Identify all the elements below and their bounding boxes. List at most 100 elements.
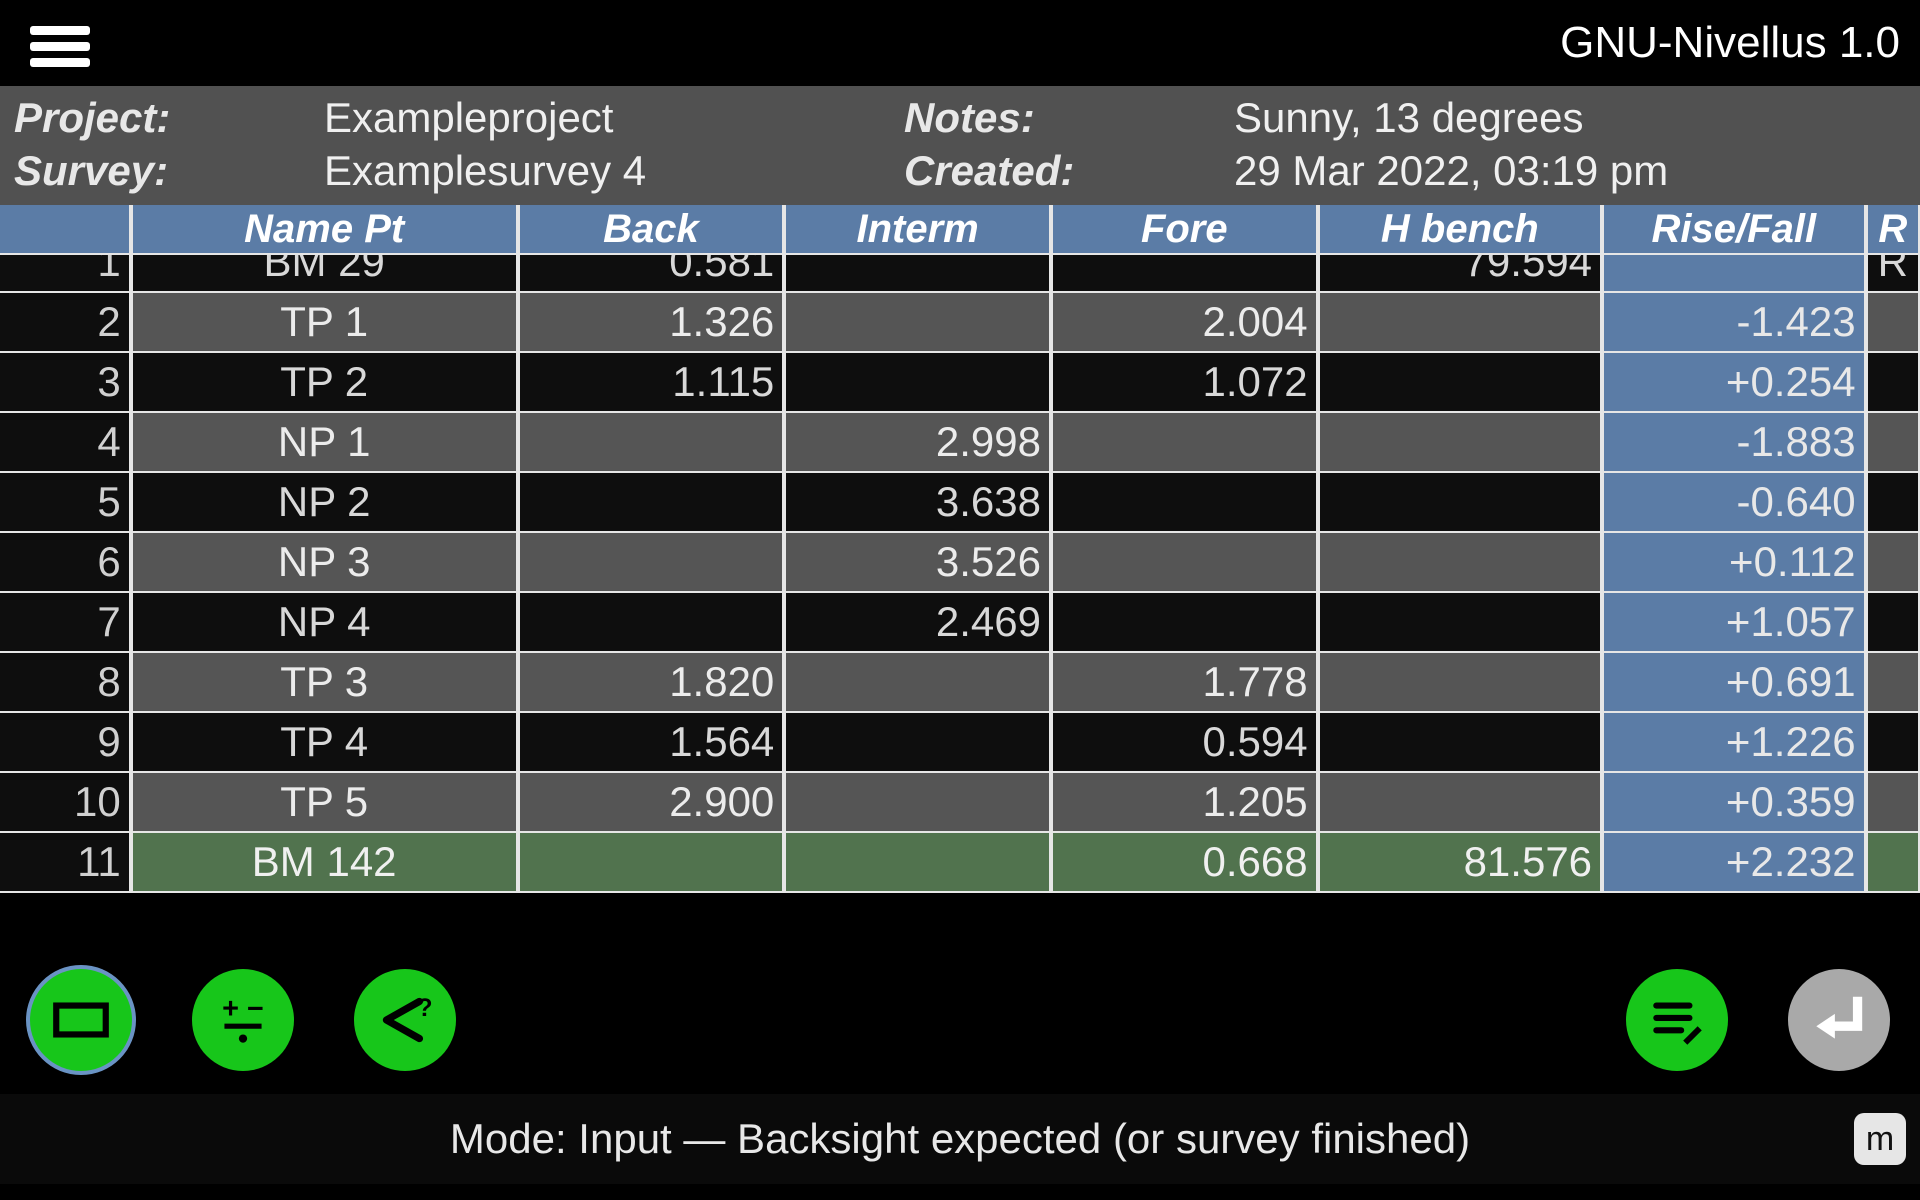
cell-fore[interactable]: 1.205 [1051,773,1318,833]
cell-index[interactable]: 10 [0,773,131,833]
cell-interm[interactable]: 3.526 [784,533,1051,593]
cell-interm[interactable]: 2.998 [784,413,1051,473]
cell-r[interactable]: R [1866,255,1920,293]
cell-name[interactable]: TP 5 [131,773,518,833]
col-risefall[interactable]: Rise/Fall [1602,205,1866,255]
less-than-question-icon[interactable]: ? [354,969,456,1071]
table-row[interactable]: 5NP 23.638-0.640 [0,473,1920,533]
table-row[interactable]: 10TP 52.900 1.205 +0.359 [0,773,1920,833]
cell-hbench[interactable] [1318,293,1602,353]
menu-icon[interactable] [30,19,90,67]
cell-index[interactable]: 6 [0,533,131,593]
cell-hbench[interactable] [1318,413,1602,473]
data-table[interactable]: Name Pt Back Interm Fore H bench Rise/Fa… [0,205,1920,893]
cell-hbench[interactable] [1318,773,1602,833]
cell-hbench[interactable]: 79.594 [1318,255,1602,293]
cell-fore[interactable] [1051,413,1318,473]
cell-hbench[interactable] [1318,353,1602,413]
cell-name[interactable]: TP 4 [131,713,518,773]
table-row[interactable]: 4NP 12.998-1.883 [0,413,1920,473]
cell-risefall[interactable]: -1.423 [1602,293,1866,353]
cell-risefall[interactable]: +2.232 [1602,833,1866,893]
cell-back[interactable]: 2.900 [518,773,785,833]
cell-fore[interactable] [1051,255,1318,293]
cell-r[interactable] [1866,473,1920,533]
table-row[interactable]: 8TP 31.8201.778+0.691 [0,653,1920,713]
cell-hbench[interactable] [1318,713,1602,773]
cell-name[interactable]: TP 2 [131,353,518,413]
cell-back[interactable] [518,593,785,653]
cell-interm[interactable] [784,653,1051,713]
cell-risefall[interactable]: -1.883 [1602,413,1866,473]
cell-index[interactable]: 9 [0,713,131,773]
cell-interm[interactable] [784,713,1051,773]
col-r[interactable]: R [1866,205,1920,255]
cell-back[interactable] [518,413,785,473]
cell-hbench[interactable] [1318,593,1602,653]
table-row[interactable]: 3TP 21.115 1.072 +0.254 [0,353,1920,413]
cell-fore[interactable]: 1.072 [1051,353,1318,413]
cell-fore[interactable] [1051,473,1318,533]
col-name[interactable]: Name Pt [131,205,518,255]
enter-icon[interactable] [1788,969,1890,1071]
cell-back[interactable] [518,473,785,533]
cell-fore[interactable]: 0.594 [1051,713,1318,773]
cell-index[interactable]: 11 [0,833,131,893]
cell-index[interactable]: 7 [0,593,131,653]
rectangle-icon[interactable] [30,969,132,1071]
cell-r[interactable] [1866,593,1920,653]
cell-fore[interactable]: 1.778 [1051,653,1318,713]
cell-name[interactable]: BM 142 [131,833,518,893]
col-interm[interactable]: Interm [784,205,1051,255]
cell-back[interactable] [518,533,785,593]
cell-name[interactable]: NP 4 [131,593,518,653]
cell-fore[interactable]: 0.668 [1051,833,1318,893]
cell-back[interactable] [518,833,785,893]
cell-interm[interactable] [784,353,1051,413]
cell-risefall[interactable]: +0.359 [1602,773,1866,833]
cell-index[interactable]: 5 [0,473,131,533]
cell-back[interactable]: 1.564 [518,713,785,773]
cell-hbench[interactable]: 81.576 [1318,833,1602,893]
cell-interm[interactable] [784,773,1051,833]
cell-index[interactable]: 1 [0,255,131,293]
cell-r[interactable] [1866,533,1920,593]
cell-risefall[interactable]: +1.226 [1602,713,1866,773]
cell-name[interactable]: TP 1 [131,293,518,353]
cell-back[interactable]: 1.115 [518,353,785,413]
cell-r[interactable] [1866,653,1920,713]
cell-interm[interactable] [784,833,1051,893]
col-fore[interactable]: Fore [1051,205,1318,255]
cell-r[interactable] [1866,713,1920,773]
cell-risefall[interactable]: +0.254 [1602,353,1866,413]
cell-risefall[interactable] [1602,255,1866,293]
cell-back[interactable]: 1.326 [518,293,785,353]
col-hbench[interactable]: H bench [1318,205,1602,255]
cell-interm[interactable]: 2.469 [784,593,1051,653]
cell-fore[interactable] [1051,533,1318,593]
table-row[interactable]: 9TP 41.564 0.594 +1.226 [0,713,1920,773]
table-row[interactable]: 7NP 42.469+1.057 [0,593,1920,653]
cell-name[interactable]: NP 1 [131,413,518,473]
cell-name[interactable]: NP 2 [131,473,518,533]
plus-minus-divide-icon[interactable]: + −· [192,969,294,1071]
cell-fore[interactable]: 2.004 [1051,293,1318,353]
cell-back[interactable]: 1.820 [518,653,785,713]
table-row[interactable]: 1BM 290.58179.594R [0,255,1920,293]
table-row[interactable]: 11BM 142 0.66881.576+2.232 [0,833,1920,893]
table-row[interactable]: 6NP 33.526+0.112 [0,533,1920,593]
cell-interm[interactable] [784,255,1051,293]
cell-risefall[interactable]: -0.640 [1602,473,1866,533]
cell-name[interactable]: NP 3 [131,533,518,593]
cell-r[interactable] [1866,833,1920,893]
cell-hbench[interactable] [1318,653,1602,713]
cell-risefall[interactable]: +0.691 [1602,653,1866,713]
cell-r[interactable] [1866,413,1920,473]
cell-r[interactable] [1866,353,1920,413]
cell-index[interactable]: 3 [0,353,131,413]
unit-indicator[interactable]: m [1854,1113,1906,1165]
cell-index[interactable]: 2 [0,293,131,353]
cell-back[interactable]: 0.581 [518,255,785,293]
table-row[interactable]: 2TP 11.326 2.004 -1.423 [0,293,1920,353]
cell-hbench[interactable] [1318,533,1602,593]
